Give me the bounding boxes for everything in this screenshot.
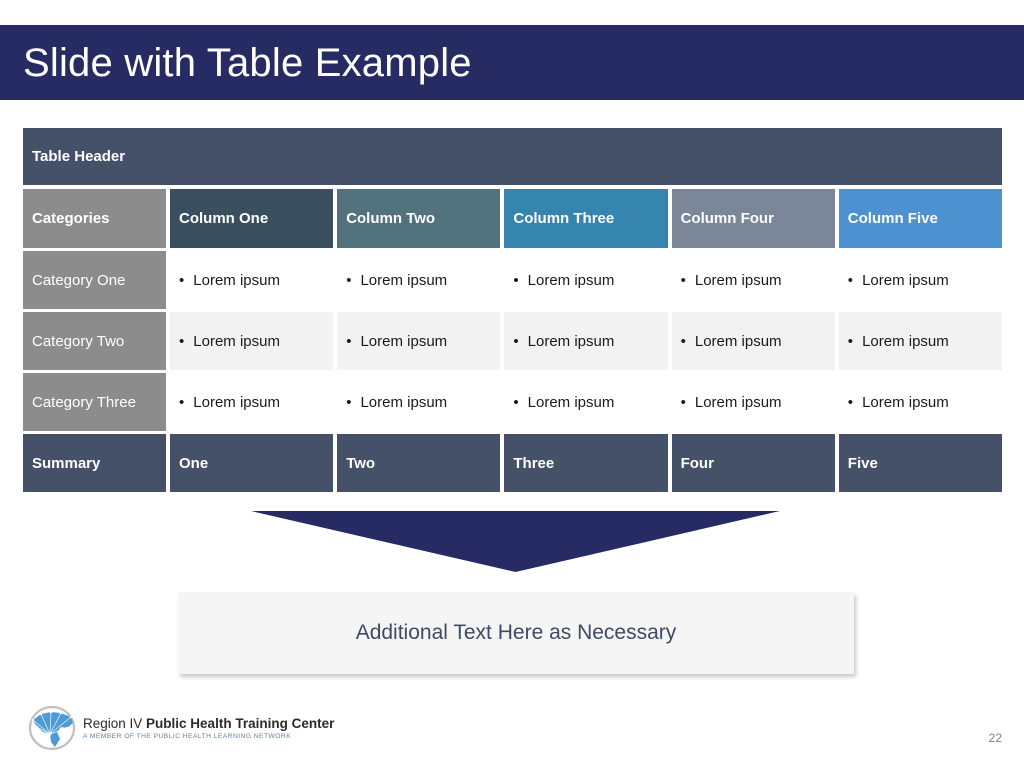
table-cell-text: Lorem ipsum bbox=[193, 393, 280, 411]
table-cell-text: Lorem ipsum bbox=[862, 271, 949, 289]
table-cell: • Lorem ipsum bbox=[504, 251, 668, 309]
row-category-label: Category Three bbox=[23, 373, 166, 431]
table-cell-text: Lorem ipsum bbox=[694, 393, 782, 411]
table-cell: • Lorem ipsum bbox=[170, 373, 334, 431]
column-header-column-two[interactable]: Column Two bbox=[337, 189, 501, 248]
summary-cell: Three bbox=[504, 434, 668, 492]
summary-cell: Five bbox=[838, 434, 1002, 492]
bullet-icon: • bbox=[513, 271, 519, 289]
page-number: 22 bbox=[988, 731, 1002, 745]
table-cell-text: Lorem ipsum bbox=[193, 332, 280, 350]
summary-cell: Four bbox=[671, 434, 835, 492]
table-cell: • Lorem ipsum bbox=[671, 251, 835, 309]
table-cell: • Lorem ipsum bbox=[337, 312, 501, 370]
table-cell-text: Lorem ipsum bbox=[193, 271, 280, 289]
bullet-icon: • bbox=[680, 332, 686, 350]
table-cell-text: Lorem ipsum bbox=[360, 332, 448, 350]
page-title: Slide with Table Example bbox=[23, 40, 472, 85]
logo-text-block: Region IV Public Health Training Center … bbox=[83, 716, 334, 741]
row-category-label: Category Two bbox=[23, 312, 166, 370]
table-cell: • Lorem ipsum bbox=[671, 312, 835, 370]
bullet-icon: • bbox=[680, 271, 686, 289]
bullet-icon: • bbox=[346, 332, 352, 350]
table-cell-text: Lorem ipsum bbox=[527, 332, 615, 350]
table-cell: • Lorem ipsum bbox=[504, 373, 668, 431]
bullet-icon: • bbox=[346, 393, 352, 411]
table-cell-text: Lorem ipsum bbox=[694, 271, 782, 289]
summary-cell: Two bbox=[337, 434, 501, 492]
bullet-icon: • bbox=[680, 393, 686, 411]
bullet-icon: • bbox=[179, 393, 185, 411]
table-cell-text: Lorem ipsum bbox=[862, 393, 949, 411]
column-header-categories[interactable]: Categories bbox=[23, 189, 166, 248]
column-header-column-five[interactable]: Column Five bbox=[838, 189, 1002, 248]
data-table: Table Header Categories Column One Colum… bbox=[23, 128, 1002, 492]
table-cell: • Lorem ipsum bbox=[337, 373, 501, 431]
table-cell-text: Lorem ipsum bbox=[527, 393, 615, 411]
bullet-icon: • bbox=[179, 271, 185, 289]
bullet-icon: • bbox=[346, 271, 352, 289]
row-category-label: Category One bbox=[23, 251, 166, 309]
logo-subtitle: A MEMBER OF THE PUBLIC HEALTH LEARNING N… bbox=[83, 733, 292, 741]
bullet-icon: • bbox=[513, 332, 519, 350]
table-cell: • Lorem ipsum bbox=[337, 251, 501, 309]
footer-logo: Region IV Public Health Training Center … bbox=[27, 703, 334, 753]
table-cell-text: Lorem ipsum bbox=[360, 393, 448, 411]
logo-title-region: Region IV bbox=[83, 715, 147, 731]
column-header-column-four[interactable]: Column Four bbox=[671, 189, 835, 248]
bullet-icon: • bbox=[179, 332, 185, 350]
down-arrow-icon bbox=[251, 511, 780, 572]
table-cell-text: Lorem ipsum bbox=[527, 271, 615, 289]
table-cell: • Lorem ipsum bbox=[838, 312, 1002, 370]
table-cell-text: Lorem ipsum bbox=[360, 271, 448, 289]
summary-row-label: Summary bbox=[23, 434, 166, 492]
slide-title-banner: Slide with Table Example bbox=[0, 25, 1024, 100]
logo-title: Region IV Public Health Training Center bbox=[83, 716, 334, 732]
column-header-column-one[interactable]: Column One bbox=[170, 189, 334, 248]
table-cell: • Lorem ipsum bbox=[671, 373, 835, 431]
table-cell: • Lorem ipsum bbox=[504, 312, 668, 370]
region-iv-map-logo-icon bbox=[28, 705, 76, 751]
table-cell-text: Lorem ipsum bbox=[694, 332, 782, 350]
table-cell: • Lorem ipsum bbox=[838, 251, 1002, 309]
logo-title-name: Public Health Training Center bbox=[146, 715, 335, 731]
bullet-icon: • bbox=[847, 271, 854, 289]
column-header-column-three[interactable]: Column Three bbox=[504, 189, 668, 248]
bullet-icon: • bbox=[513, 393, 519, 411]
table-grid: Categories Column One Column Two Column … bbox=[23, 189, 1002, 492]
summary-cell: One bbox=[170, 434, 334, 492]
bullet-icon: • bbox=[847, 393, 854, 411]
bullet-icon: • bbox=[847, 332, 854, 350]
table-cell: • Lorem ipsum bbox=[170, 251, 334, 309]
table-cell: • Lorem ipsum bbox=[838, 373, 1002, 431]
additional-text-box: Additional Text Here as Necessary bbox=[178, 592, 854, 674]
table-header-label: Table Header bbox=[32, 148, 126, 165]
table-header-bar: Table Header bbox=[23, 128, 1002, 185]
additional-text-label: Additional Text Here as Necessary bbox=[355, 621, 677, 644]
table-cell-text: Lorem ipsum bbox=[862, 332, 949, 350]
table-cell: • Lorem ipsum bbox=[170, 312, 334, 370]
